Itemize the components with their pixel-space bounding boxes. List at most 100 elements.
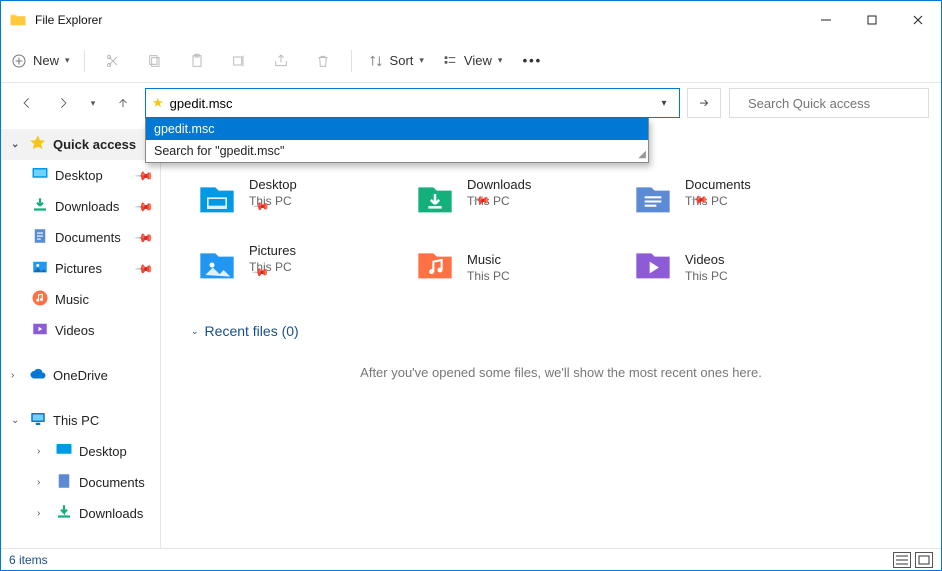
sidebar-label: Downloads bbox=[79, 506, 143, 521]
back-button[interactable] bbox=[13, 89, 41, 117]
sidebar-item-pictures[interactable]: Pictures 📌 bbox=[1, 253, 160, 284]
paste-button[interactable] bbox=[177, 44, 217, 78]
suggestion-item[interactable]: gpedit.msc bbox=[146, 118, 648, 140]
chevron-down-icon: ⌄ bbox=[11, 415, 23, 426]
download-icon bbox=[31, 196, 49, 217]
minimize-button[interactable] bbox=[803, 5, 849, 35]
address-input[interactable] bbox=[168, 95, 655, 112]
documents-icon bbox=[31, 227, 49, 248]
sidebar-label: Quick access bbox=[53, 137, 136, 152]
sidebar-label: Videos bbox=[55, 323, 95, 338]
suggestion-search-item[interactable]: Search for "gpedit.msc" bbox=[146, 140, 648, 162]
folder-location: This PC bbox=[467, 269, 510, 283]
recent-files-empty: After you've opened some files, we'll sh… bbox=[191, 365, 931, 380]
folder-icon bbox=[631, 177, 675, 221]
sidebar-item-tp-desktop[interactable]: › Desktop bbox=[1, 436, 160, 467]
folder-icon bbox=[631, 243, 675, 287]
pc-icon bbox=[29, 410, 47, 431]
sidebar-item-tp-documents[interactable]: › Documents bbox=[1, 467, 160, 498]
folder-card-pictures[interactable]: PicturesThis PC📌 bbox=[191, 239, 391, 295]
star-icon: ★ bbox=[152, 95, 164, 111]
sidebar-item-downloads[interactable]: Downloads 📌 bbox=[1, 191, 160, 222]
pin-icon: 📌 bbox=[134, 165, 154, 185]
folder-location: This PC bbox=[685, 269, 728, 283]
item-count: 6 items bbox=[9, 553, 48, 567]
large-icons-view-button[interactable] bbox=[915, 552, 933, 568]
folder-card-music[interactable]: MusicThis PC bbox=[409, 239, 609, 295]
view-button[interactable]: View ▾ bbox=[434, 44, 510, 78]
title-bar: File Explorer bbox=[1, 1, 941, 39]
sidebar-label: Documents bbox=[79, 475, 145, 490]
sidebar-item-tp-downloads[interactable]: › Downloads bbox=[1, 498, 160, 529]
address-bar[interactable]: ★ ▾ gpedit.msc Search for "gpedit.msc" ◢ bbox=[145, 88, 680, 118]
address-dropdown-button[interactable]: ▾ bbox=[655, 98, 673, 109]
recent-locations-button[interactable]: ▾ bbox=[85, 89, 101, 117]
cloud-icon bbox=[29, 365, 47, 386]
pin-icon: 📌 bbox=[134, 227, 154, 247]
up-button[interactable] bbox=[109, 89, 137, 117]
music-icon bbox=[31, 289, 49, 310]
folder-card-documents[interactable]: DocumentsThis PC📌 bbox=[627, 173, 827, 229]
folder-name: Desktop bbox=[249, 177, 297, 192]
folder-name: Downloads bbox=[467, 177, 531, 192]
file-explorer-window: File Explorer New ▾ Sort ▾ View bbox=[0, 0, 942, 571]
sidebar-label: Documents bbox=[55, 230, 121, 245]
folder-icon bbox=[195, 243, 239, 287]
folder-name: Pictures bbox=[249, 243, 296, 258]
pin-icon: 📌 bbox=[134, 258, 154, 278]
sidebar-item-desktop[interactable]: Desktop 📌 bbox=[1, 160, 160, 191]
cut-button[interactable] bbox=[93, 44, 133, 78]
desktop-icon bbox=[55, 441, 73, 462]
sidebar-item-this-pc[interactable]: ⌄ This PC bbox=[1, 405, 160, 436]
command-bar: New ▾ Sort ▾ View ▾ ••• bbox=[1, 39, 941, 83]
copy-button[interactable] bbox=[135, 44, 175, 78]
rename-button[interactable] bbox=[219, 44, 259, 78]
chevron-right-icon: › bbox=[11, 370, 23, 381]
folder-card-downloads[interactable]: DownloadsThis PC📌 bbox=[409, 173, 609, 229]
folders-grid: DesktopThis PC📌 DownloadsThis PC📌 Document… bbox=[191, 173, 931, 295]
chevron-down-icon: ⌄ bbox=[191, 326, 199, 337]
sidebar-label: Desktop bbox=[79, 444, 127, 459]
share-button[interactable] bbox=[261, 44, 301, 78]
folder-name: Documents bbox=[685, 177, 751, 192]
folder-icon bbox=[195, 177, 239, 221]
navigation-bar: ▾ ★ ▾ gpedit.msc Search for "gpedit.msc"… bbox=[1, 83, 941, 123]
search-input[interactable] bbox=[746, 95, 926, 112]
folder-icon bbox=[413, 243, 457, 287]
app-icon bbox=[9, 11, 27, 29]
status-bar: 6 items bbox=[1, 548, 941, 570]
maximize-button[interactable] bbox=[849, 5, 895, 35]
sidebar-item-videos[interactable]: Videos bbox=[1, 315, 160, 346]
sidebar-label: Downloads bbox=[55, 199, 119, 214]
chevron-right-icon: › bbox=[37, 508, 49, 519]
chevron-right-icon: › bbox=[37, 477, 49, 488]
navigation-pane[interactable]: ⌄ Quick access Desktop 📌 Downloads 📌 Doc… bbox=[1, 123, 161, 548]
close-button[interactable] bbox=[895, 5, 941, 35]
delete-button[interactable] bbox=[303, 44, 343, 78]
sort-button[interactable]: Sort ▾ bbox=[360, 44, 432, 78]
section-title: Recent files (0) bbox=[205, 323, 299, 339]
folder-card-videos[interactable]: VideosThis PC bbox=[627, 239, 827, 295]
refresh-go-button[interactable] bbox=[687, 88, 721, 118]
recent-files-header[interactable]: ⌄ Recent files (0) bbox=[191, 323, 931, 339]
chevron-down-icon: ▾ bbox=[419, 55, 424, 66]
new-button[interactable]: New ▾ bbox=[5, 44, 76, 78]
chevron-down-icon: ▾ bbox=[65, 55, 70, 66]
details-view-button[interactable] bbox=[893, 552, 911, 568]
documents-icon bbox=[55, 472, 73, 493]
chevron-down-icon: ▾ bbox=[498, 55, 503, 66]
window-title: File Explorer bbox=[35, 13, 102, 27]
sidebar-item-music[interactable]: Music bbox=[1, 284, 160, 315]
chevron-right-icon: › bbox=[37, 446, 49, 457]
forward-button[interactable] bbox=[49, 89, 77, 117]
folder-card-desktop[interactable]: DesktopThis PC📌 bbox=[191, 173, 391, 229]
sidebar-item-documents[interactable]: Documents 📌 bbox=[1, 222, 160, 253]
pictures-icon bbox=[31, 258, 49, 279]
star-icon bbox=[29, 134, 47, 155]
more-button[interactable]: ••• bbox=[512, 44, 552, 78]
search-box[interactable] bbox=[729, 88, 929, 118]
sidebar-label: Pictures bbox=[55, 261, 102, 276]
sidebar-item-onedrive[interactable]: › OneDrive bbox=[1, 360, 160, 391]
sidebar-item-quick-access[interactable]: ⌄ Quick access bbox=[1, 129, 160, 160]
sidebar-label: This PC bbox=[53, 413, 99, 428]
